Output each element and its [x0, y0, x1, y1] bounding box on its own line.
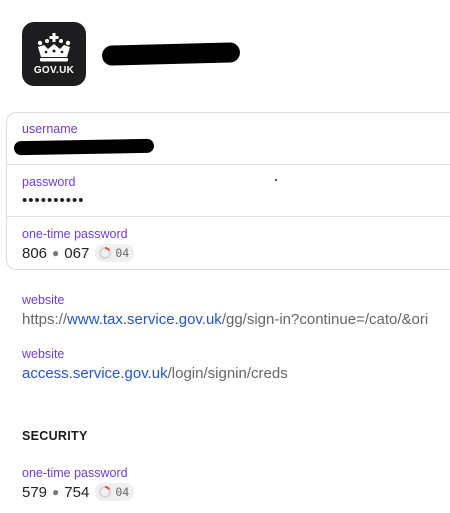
item-header: GOV.UK: [22, 22, 86, 86]
url-path: /login/signin/creds: [167, 365, 288, 382]
otp-timer: 04: [95, 244, 135, 262]
username-label: username: [22, 122, 78, 136]
website-label: website: [22, 347, 65, 361]
app-icon: GOV.UK: [22, 22, 86, 86]
username-field[interactable]: username: [13, 122, 155, 156]
otp-code-part2: 067: [64, 244, 90, 262]
speck: [275, 179, 277, 181]
otp-separator: ●: [52, 246, 60, 260]
otp-timer-count: 04: [115, 246, 130, 260]
timer-ring-icon: [99, 486, 112, 498]
password-field[interactable]: password ••••••••••: [22, 175, 85, 209]
otp-value: 806 ● 067 04: [22, 244, 135, 262]
url-path: /gg/sign-in?continue=/cato/&ori: [221, 311, 429, 328]
otp-code-part1: 579: [22, 483, 48, 501]
divider: [7, 164, 450, 165]
otp-label: one-time password: [22, 466, 128, 480]
otp-timer: 04: [95, 483, 135, 501]
app-icon-text: GOV.UK: [33, 64, 75, 76]
redacted-username: [13, 138, 155, 156]
crown-icon: [37, 32, 71, 61]
website-url[interactable]: access.service.gov.uk/login/signin/creds: [22, 365, 288, 382]
website-field-2: website access.service.gov.uk/login/sign…: [22, 347, 288, 382]
divider: [7, 216, 450, 217]
otp-timer-count: 04: [115, 485, 130, 499]
otp-separator: ●: [52, 485, 60, 499]
password-label: password: [22, 175, 76, 189]
password-value: ••••••••••: [22, 192, 85, 209]
otp-field[interactable]: one-time password 806 ● 067 04: [22, 227, 135, 262]
url-host[interactable]: access.service.gov.uk: [22, 365, 168, 382]
website-field-1: website https://www.tax.service.gov.uk/g…: [22, 293, 428, 328]
redacted-item-title: [101, 42, 241, 66]
timer-ring-icon: [99, 247, 112, 259]
security-otp-field[interactable]: one-time password 579 ● 754 04: [22, 466, 135, 501]
website-label: website: [22, 293, 65, 307]
otp-code-part1: 806: [22, 244, 48, 262]
website-url[interactable]: https://www.tax.service.gov.uk/gg/sign-i…: [22, 311, 428, 328]
url-host[interactable]: www.tax.service.gov.uk: [67, 311, 222, 328]
otp-label: one-time password: [22, 227, 128, 241]
otp-value: 579 ● 754 04: [22, 483, 135, 501]
otp-code-part2: 754: [64, 483, 90, 501]
url-prefix: https://: [22, 311, 68, 328]
section-heading-security: SECURITY: [22, 429, 88, 443]
